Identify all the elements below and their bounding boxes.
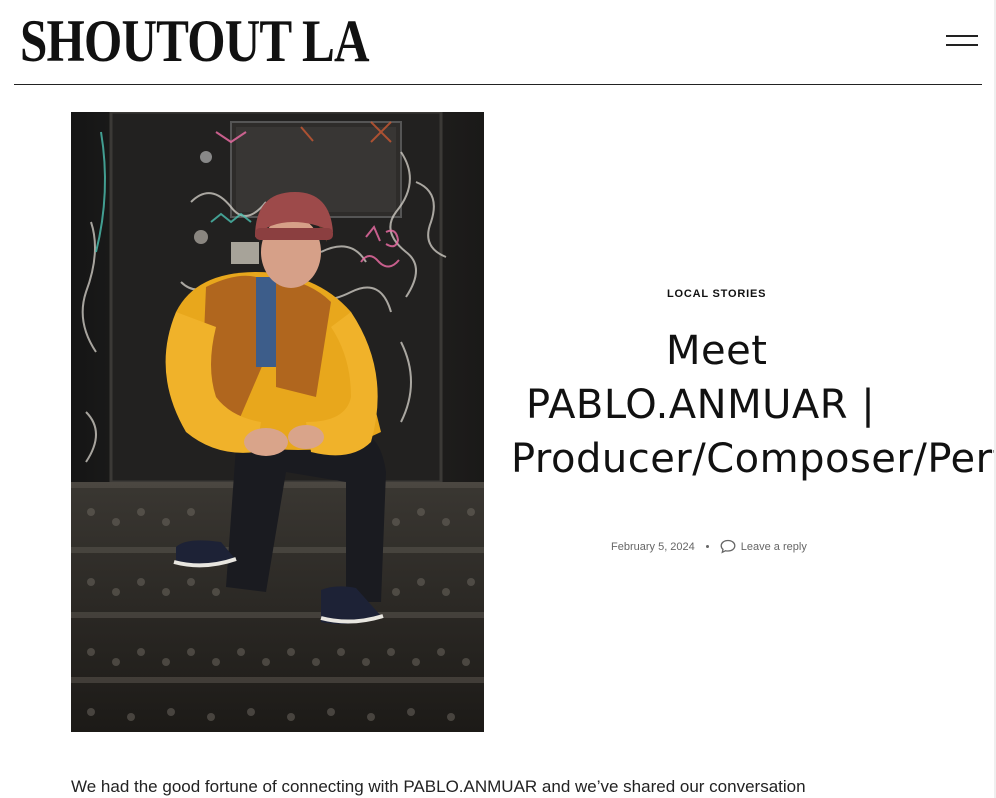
intro-paragraph: We had the good fortune of connecting wi… [71, 777, 806, 796]
site-header: SHOUTOUT LA [14, 0, 982, 85]
title-line: Meet [666, 328, 768, 374]
menu-line [946, 44, 978, 46]
separator-dot [705, 545, 709, 548]
post-meta: February 5, 2024 Leave a reply [611, 539, 807, 554]
featured-image [71, 112, 484, 732]
page: SHOUTOUT LA LOCAL STORIES Meet PABLO.ANM… [0, 0, 996, 798]
hamburger-menu-icon[interactable] [946, 28, 978, 52]
category-link[interactable]: LOCAL STORIES [667, 288, 766, 300]
title-line: PABLO.ANMUAR | [526, 382, 876, 428]
leave-reply-link[interactable]: Leave a reply [720, 539, 807, 554]
site-logo[interactable]: SHOUTOUT LA [20, 6, 370, 76]
reply-label: Leave a reply [740, 540, 807, 553]
comment-icon [720, 539, 736, 554]
featured-photo [71, 112, 484, 732]
post-date: February 5, 2024 [611, 540, 695, 553]
title-line: Producer/Composer/Perf [511, 436, 996, 482]
menu-line [946, 35, 978, 37]
